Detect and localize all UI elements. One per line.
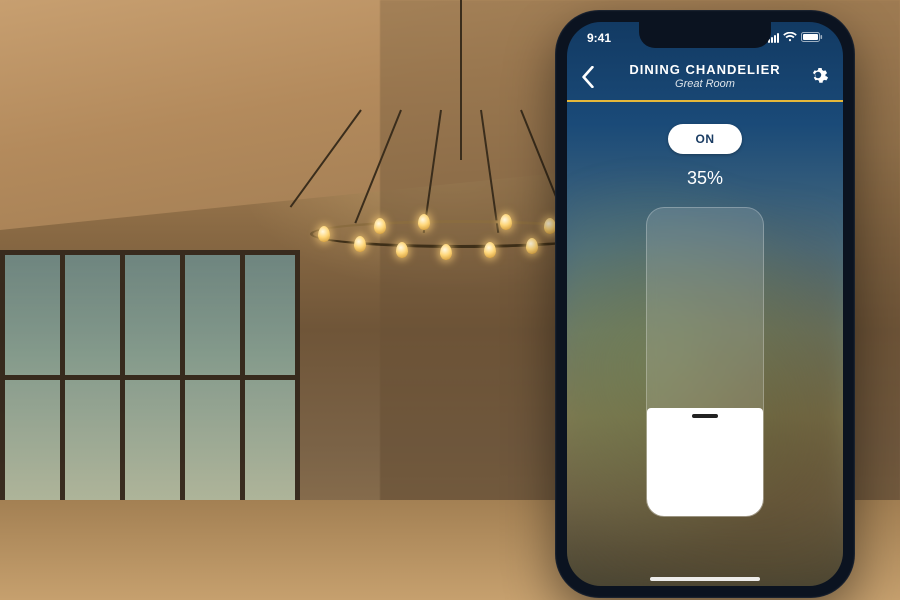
back-button[interactable] (581, 66, 603, 88)
slider-grip-icon (692, 414, 718, 418)
wifi-icon (783, 31, 797, 45)
chevron-left-icon (581, 66, 595, 88)
power-toggle[interactable]: ON (668, 124, 742, 154)
device-title: DINING CHANDELIER (629, 62, 780, 77)
room-subtitle: Great Room (629, 78, 780, 90)
notch (639, 22, 771, 48)
nav-title-group: DINING CHANDELIER Great Room (629, 62, 780, 90)
home-indicator[interactable] (650, 577, 760, 581)
light-control-panel: ON 35% (567, 110, 843, 586)
power-label: ON (696, 132, 715, 146)
gear-icon (807, 64, 829, 86)
phone-frame: 9:41 DINING CHANDELIER Great Room (555, 10, 855, 598)
settings-button[interactable] (807, 64, 829, 86)
status-time: 9:41 (587, 31, 611, 45)
nav-bar: DINING CHANDELIER Great Room (567, 52, 843, 100)
brightness-slider[interactable] (646, 207, 764, 517)
phone-screen: 9:41 DINING CHANDELIER Great Room (567, 22, 843, 586)
window-wall (0, 250, 300, 510)
brightness-slider-fill (647, 408, 763, 516)
accent-divider (567, 100, 843, 102)
brightness-readout: 35% (687, 168, 723, 189)
battery-icon (801, 31, 823, 45)
